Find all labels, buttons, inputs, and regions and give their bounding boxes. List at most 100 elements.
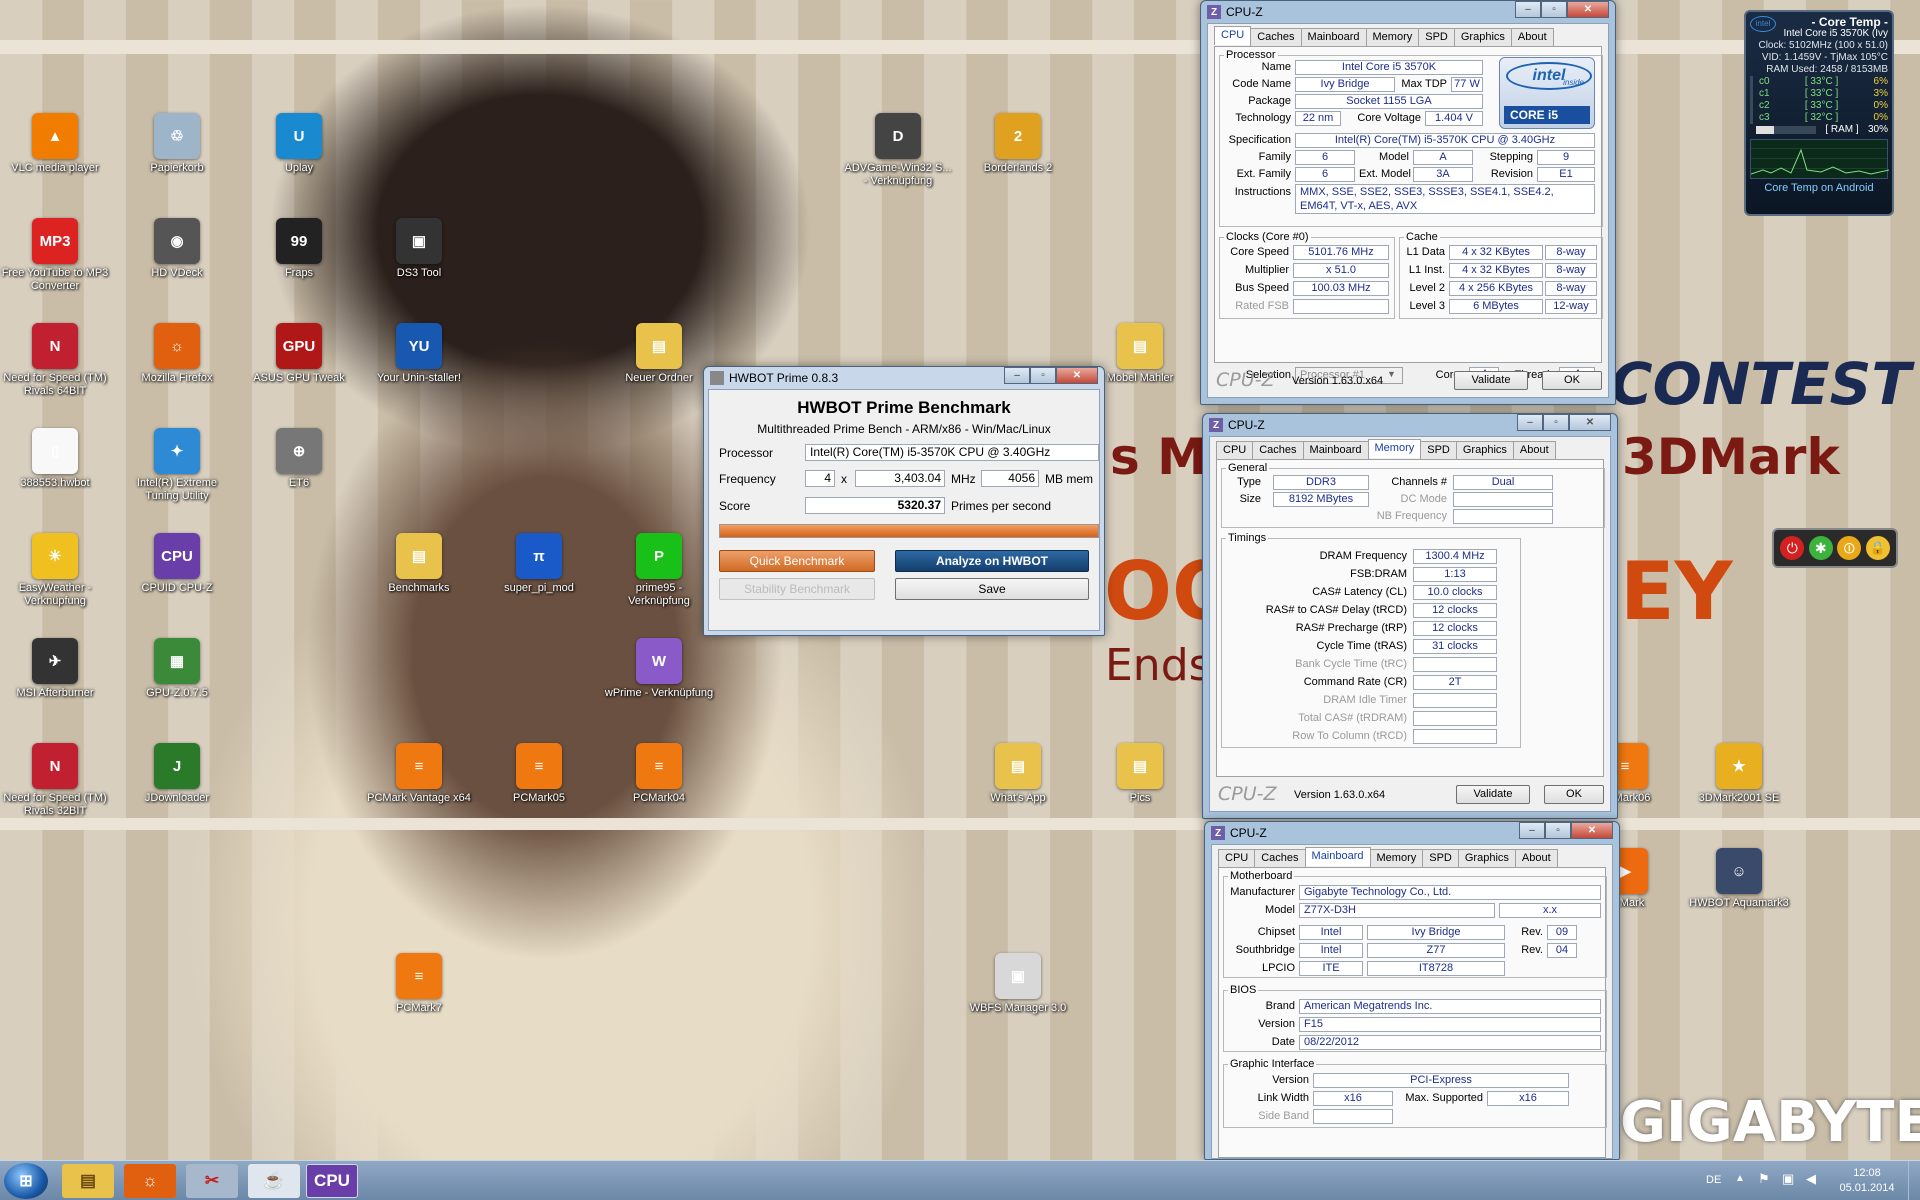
- show-desktop-button[interactable]: [1908, 1161, 1920, 1200]
- desktop-icon[interactable]: 99 Fraps: [244, 218, 354, 280]
- tab-memory[interactable]: Memory: [1367, 439, 1422, 458]
- desktop-icon[interactable]: ≡ PCMark04: [604, 743, 714, 805]
- memory-field[interactable]: 4056: [981, 470, 1039, 487]
- desktop-icon[interactable]: ▤ What's App: [963, 743, 1073, 805]
- minimize-icon[interactable]: –: [1515, 1, 1541, 18]
- network-icon[interactable]: ▣: [1782, 1171, 1794, 1187]
- taskbar-java-icon[interactable]: ☕: [248, 1164, 300, 1198]
- desktop-icon[interactable]: ▤ Benchmarks: [364, 533, 474, 595]
- tab-about[interactable]: About: [1514, 849, 1558, 868]
- analyze-on-hwbot-button[interactable]: Analyze on HWBOT: [895, 550, 1089, 572]
- tab-mainboard[interactable]: Mainboard: [1302, 441, 1369, 460]
- tab-graphics[interactable]: Graphics: [1453, 28, 1512, 47]
- maximize-icon[interactable]: ▫: [1543, 414, 1569, 431]
- desktop-icon[interactable]: ▦ GPU-Z.0.7.5: [122, 638, 232, 700]
- close-icon[interactable]: ✕: [1567, 1, 1609, 18]
- close-icon[interactable]: ✕: [1056, 367, 1098, 384]
- clock[interactable]: 12:08 05.01.2014: [1832, 1166, 1902, 1196]
- desktop-icon[interactable]: ▤ Pics: [1085, 743, 1195, 805]
- desktop-icon[interactable]: J JDownloader: [122, 743, 232, 805]
- desktop-icon[interactable]: ≡ PCMark7: [364, 953, 474, 1015]
- lock-icon[interactable]: 🔒: [1865, 536, 1890, 560]
- frequency-field[interactable]: 3,403.04: [855, 470, 945, 487]
- desktop-icon[interactable]: ⊕ ET6: [244, 428, 354, 490]
- tab-mainboard[interactable]: Mainboard: [1304, 847, 1371, 866]
- hwbot-window[interactable]: HWBOT Prime 0.8.3 – ▫ ✕ HWBOT Prime Benchm…: [703, 366, 1105, 636]
- desktop-icon[interactable]: ≡ PCMark Vantage x64: [364, 743, 474, 805]
- close-icon[interactable]: ✕: [1569, 414, 1611, 431]
- tab-memory[interactable]: Memory: [1369, 849, 1424, 868]
- desktop-icon[interactable]: U Uplay: [244, 113, 354, 175]
- tab-cpu[interactable]: CPU: [1214, 26, 1252, 45]
- tab-spd[interactable]: SPD: [1418, 28, 1455, 47]
- desktop-icon[interactable]: ▣ WBFS Manager 3.0: [963, 953, 1073, 1015]
- save-button[interactable]: Save: [895, 578, 1089, 600]
- desktop-icon[interactable]: D ADVGame-Win32 S... - Verknüpfung: [843, 113, 953, 188]
- desktop-icon[interactable]: N Need for Speed (TM) Rivals 64BIT: [0, 323, 110, 398]
- desktop-icon[interactable]: ☼ Mozilla Firefox: [122, 323, 232, 385]
- desktop-icon[interactable]: MP3 Free YouTube to MP3 Converter: [0, 218, 110, 293]
- validate-button[interactable]: Validate: [1456, 785, 1530, 804]
- minimize-icon[interactable]: –: [1004, 367, 1030, 384]
- cores-field[interactable]: 4: [805, 470, 835, 487]
- language-indicator[interactable]: DE: [1706, 1174, 1721, 1186]
- taskbar-snipping-icon[interactable]: ✂: [186, 1164, 238, 1198]
- coretemp-android-link[interactable]: Core Temp on Android: [1750, 182, 1888, 194]
- desktop-icon[interactable]: π super_pi_mod: [484, 533, 594, 595]
- stability-benchmark-button[interactable]: Stability Benchmark: [719, 578, 875, 600]
- tab-spd[interactable]: SPD: [1420, 441, 1457, 460]
- power-icon[interactable]: ⏻: [1780, 536, 1805, 560]
- cpuz-cpu-window[interactable]: Z CPU-Z – ▫ ✕ CPU Caches Mainboard Memory S…: [1200, 0, 1616, 405]
- minimize-icon[interactable]: –: [1519, 822, 1545, 839]
- coretemp-gadget[interactable]: intel - Core Temp - Intel Core i5 3570K …: [1744, 10, 1894, 216]
- restart-icon[interactable]: ✱: [1808, 536, 1833, 560]
- desktop-icon[interactable]: ✈ MSI Afterburner: [0, 638, 110, 700]
- tray-arrow-icon[interactable]: ▲: [1735, 1173, 1745, 1184]
- maximize-icon[interactable]: ▫: [1030, 367, 1056, 384]
- desktop-icon[interactable]: GPU ASUS GPU Tweak: [244, 323, 354, 385]
- tab-cpu[interactable]: CPU: [1218, 849, 1256, 868]
- maximize-icon[interactable]: ▫: [1545, 822, 1571, 839]
- maximize-icon[interactable]: ▫: [1541, 1, 1567, 18]
- tab-spd[interactable]: SPD: [1422, 849, 1459, 868]
- desktop-icon[interactable]: WwPrime - Verknüpfung: [604, 638, 714, 700]
- tab-caches[interactable]: Caches: [1254, 849, 1306, 868]
- cpuz-memory-window[interactable]: Z CPU-Z – ▫ ✕ CPU Caches Mainboard Memory S…: [1202, 413, 1618, 819]
- tab-about[interactable]: About: [1510, 28, 1554, 47]
- taskbar-firefox-icon[interactable]: ☼: [124, 1164, 176, 1198]
- close-icon[interactable]: ✕: [1571, 822, 1613, 839]
- taskbar-explorer-icon[interactable]: ▤: [62, 1164, 114, 1198]
- volume-icon[interactable]: ◀: [1806, 1171, 1816, 1187]
- validate-button[interactable]: Validate: [1454, 371, 1528, 390]
- quick-benchmark-button[interactable]: Quick Benchmark: [719, 550, 875, 572]
- desktop-icon[interactable]: ▲ VLC media player: [0, 113, 110, 175]
- desktop-icon[interactable]: ▯ 388553.hwbot: [0, 428, 110, 490]
- desktop-icon[interactable]: CPU CPUID CPU-Z: [122, 533, 232, 595]
- desktop-icon[interactable]: ≡ PCMark05: [484, 743, 594, 805]
- tab-mainboard[interactable]: Mainboard: [1300, 28, 1367, 47]
- desktop-icon[interactable]: ☺ HWBOT Aquamark3: [1684, 848, 1794, 910]
- desktop-icon[interactable]: 2 Borderlands 2: [963, 113, 1073, 175]
- ok-button[interactable]: OK: [1544, 785, 1604, 804]
- desktop-icon[interactable]: ◉ HD VDeck: [122, 218, 232, 280]
- tab-graphics[interactable]: Graphics: [1455, 441, 1514, 460]
- desktop-icon[interactable]: ★ 3DMark2001 SE: [1684, 743, 1794, 805]
- tab-about[interactable]: About: [1512, 441, 1556, 460]
- desktop-icon[interactable]: N Need for Speed (TM) Rivals 32BIT: [0, 743, 110, 818]
- tab-cpu[interactable]: CPU: [1216, 441, 1254, 460]
- desktop-icon[interactable]: ▣ DS3 Tool: [364, 218, 474, 280]
- desktop-icon[interactable]: ♲ Papierkorb: [122, 113, 232, 175]
- tab-caches[interactable]: Caches: [1250, 28, 1302, 47]
- tab-caches[interactable]: Caches: [1252, 441, 1304, 460]
- processor-field[interactable]: Intel(R) Core(TM) i5-3570K CPU @ 3.40GHz: [805, 444, 1099, 461]
- action-center-icon[interactable]: ⚑: [1758, 1171, 1770, 1187]
- desktop-icon[interactable]: ☀ EasyWeather - Verknüpfung: [0, 533, 110, 608]
- desktop-icon[interactable]: ✦ Intel(R) Extreme Tuning Utility: [122, 428, 232, 503]
- start-button[interactable]: ⊞: [4, 1163, 48, 1199]
- tab-graphics[interactable]: Graphics: [1457, 849, 1516, 868]
- desktop-icon[interactable]: ▤ Neuer Ordner: [604, 323, 714, 385]
- logoff-icon[interactable]: ⏼: [1837, 536, 1862, 560]
- ok-button[interactable]: OK: [1542, 371, 1602, 390]
- desktop-icon[interactable]: YU Your Unin-staller!: [364, 323, 474, 385]
- cpuz-mainboard-window[interactable]: Z CPU-Z – ▫ ✕ CPU Caches Mainboard Memory S…: [1204, 821, 1620, 1160]
